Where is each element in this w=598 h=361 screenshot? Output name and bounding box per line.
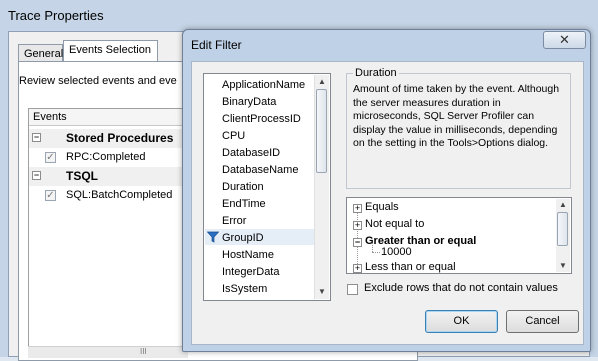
exclude-empty-checkbox[interactable] [347,284,358,295]
review-text: Review selected events and eve [19,75,177,87]
event-group-stored-procedures[interactable]: − Stored Procedures [29,129,187,148]
column-item[interactable]: DatabaseID [222,147,280,159]
description-heading: Duration [353,67,399,79]
expand-icon[interactable]: + [353,221,362,230]
column-item[interactable]: HostName [222,249,274,261]
column-item[interactable]: GroupID [222,232,264,244]
event-group-label: TSQL [66,169,98,183]
events-column-header[interactable]: Events [29,109,187,126]
tab-events-selection[interactable]: Events Selection [63,40,158,62]
events-horizontal-scrollbar[interactable]: III [28,346,188,358]
ok-button[interactable]: OK [425,310,498,333]
operator-label: Not equal to [365,218,425,230]
column-item[interactable]: CPU [222,130,245,142]
description-group: Duration Amount of time taken by the eve… [346,67,571,189]
collapse-icon[interactable]: − [353,238,362,247]
trace-properties-title: Trace Properties [8,8,104,23]
column-item[interactable]: DatabaseName [222,164,298,176]
cancel-button[interactable]: Cancel [506,310,579,333]
column-item[interactable]: ApplicationName [222,79,305,91]
description-text: Amount of time taken by the event. Altho… [353,83,560,149]
column-item[interactable]: ClientProcessID [222,113,301,125]
events-grid[interactable]: Events − Stored Procedures ✓ RPC:Complet… [28,108,188,357]
event-label: RPC:Completed [66,151,146,163]
column-item[interactable]: EndTime [222,198,266,210]
operator-value[interactable]: 10000 [381,246,412,258]
scroll-down-icon[interactable]: ▼ [318,288,326,296]
scrollbar-thumb[interactable] [316,89,327,173]
edit-filter-dialog: Edit Filter ✕ ApplicationName BinaryData… [182,29,591,352]
operator-label: Equals [365,201,399,213]
tree-connector [372,252,380,253]
scroll-up-icon[interactable]: ▲ [559,201,567,209]
event-row-rpc-completed[interactable]: ✓ RPC:Completed [29,148,187,167]
exclude-empty-label[interactable]: Exclude rows that do not contain values [364,282,558,294]
operator-label: Less than or equal [365,261,456,273]
edit-filter-title: Edit Filter [191,38,242,52]
expand-icon[interactable]: + [353,204,362,213]
column-item[interactable]: IsSystem [222,283,267,295]
operator-greater-than-or-equal[interactable]: − Greater than or equal [353,235,476,247]
scroll-grip-icon: III [140,347,147,356]
operator-tree[interactable]: + Equals + Not equal to − Greater than or e… [346,197,572,274]
collapse-icon[interactable]: − [32,133,41,142]
operator-not-equal[interactable]: + Not equal to [353,218,424,230]
column-list-scrollbar[interactable]: ▲ ▼ [314,75,329,299]
event-row-sql-batchcompleted[interactable]: ✓ SQL:BatchCompleted [29,186,187,205]
operator-tree-scrollbar[interactable]: ▲ ▼ [556,199,570,272]
filter-funnel-icon [207,231,219,243]
scroll-up-icon[interactable]: ▲ [318,78,326,86]
expand-icon[interactable]: + [353,264,362,273]
checkbox-checked-icon[interactable]: ✓ [45,152,56,163]
collapse-icon[interactable]: − [32,171,41,180]
event-label: SQL:BatchCompleted [66,189,173,201]
column-item[interactable]: IntegerData [222,266,279,278]
event-group-label: Stored Procedures [66,131,174,145]
edit-filter-client: ApplicationName BinaryData ClientProcess… [191,61,584,345]
event-group-tsql[interactable]: − TSQL [29,167,187,186]
column-item[interactable]: BinaryData [222,96,276,108]
scroll-down-icon[interactable]: ▼ [559,262,567,270]
column-item-selected[interactable]: Duration [222,181,264,193]
operator-equals[interactable]: + Equals [353,201,399,213]
scrollbar-thumb[interactable] [557,212,568,246]
close-button[interactable]: ✕ [543,31,586,49]
checkbox-checked-icon[interactable]: ✓ [45,190,56,201]
operator-less-than-or-equal[interactable]: + Less than or equal [353,261,456,273]
column-item[interactable]: Error [222,215,246,227]
column-list[interactable]: ApplicationName BinaryData ClientProcess… [203,73,331,301]
